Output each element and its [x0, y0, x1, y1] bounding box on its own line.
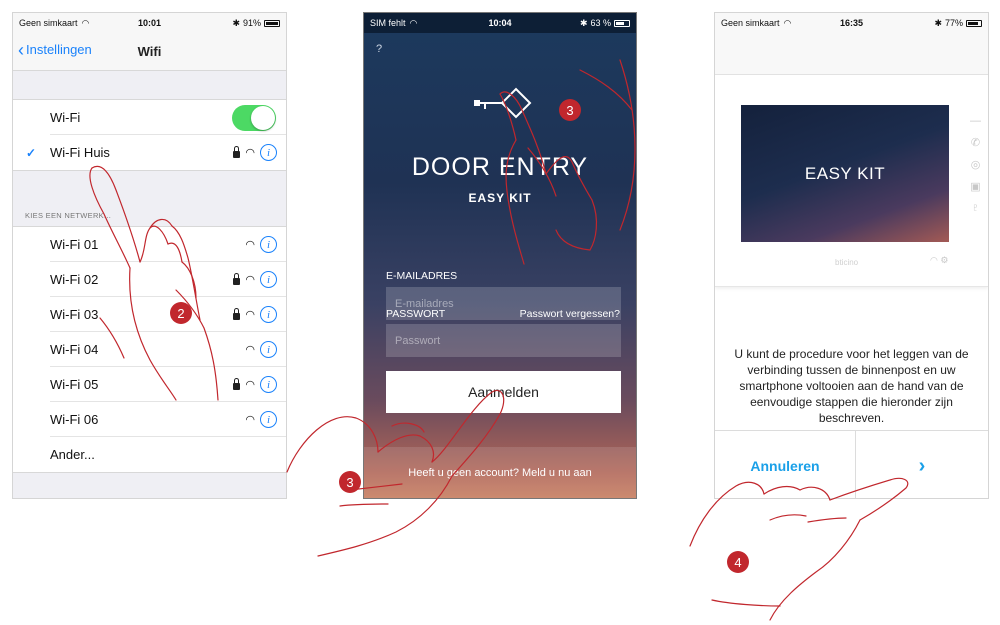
header-bar	[715, 33, 988, 75]
battery-icon	[264, 19, 280, 27]
wifi-toggle[interactable]	[232, 104, 276, 131]
step-marker: 2	[170, 302, 192, 324]
network-name: Wi-Fi 04	[50, 342, 99, 357]
status-bar: SIM fehlt ◠ 10:04 ✱ 63 %	[364, 13, 636, 33]
network-name: Wi-Fi 03	[50, 307, 99, 322]
network-name: Wi-Fi 05	[50, 377, 99, 392]
battery-icon	[614, 19, 630, 27]
lock-icon	[233, 307, 241, 320]
network-name: Wi-Fi 06	[50, 412, 99, 427]
network-name: Wi-Fi 02	[50, 272, 99, 287]
network-row[interactable]: Wi-Fi 05 ◠ i	[13, 367, 286, 402]
device-status-icons: ◠ ⚙	[930, 255, 949, 265]
other-network-label: Ander...	[50, 447, 95, 462]
step-marker: 4	[727, 551, 749, 573]
device-buttons: ― ✆ ◎ ▣ ♇	[970, 115, 981, 214]
device-brand-logo: bticino	[835, 258, 859, 267]
carrier-label: Geen simkaart	[721, 18, 780, 28]
wifi-icon: ◠	[245, 239, 255, 251]
wifi-group: Wi-Fi ✓ Wi-Fi Huis ◠ i	[13, 99, 286, 171]
other-network-row[interactable]: Ander...	[13, 437, 286, 472]
bulb-icon: ♇	[971, 202, 980, 214]
step-marker: 3	[559, 99, 581, 121]
wifi-icon: ◠	[245, 147, 255, 159]
password-label: PASSWORT	[386, 308, 446, 320]
setup-description: U kunt de procedure voor het leggen van …	[734, 347, 969, 425]
key-logo-icon	[474, 87, 532, 119]
camera-icon: ▣	[970, 181, 981, 193]
wifi-icon: ◠	[245, 344, 255, 356]
wifi-icon: ◠	[245, 379, 255, 391]
network-row[interactable]: Wi-Fi 06 ◠ i	[13, 402, 286, 437]
key-icon: ―	[970, 115, 981, 127]
info-icon[interactable]: i	[260, 306, 277, 323]
eye-icon: ◎	[970, 159, 981, 171]
forgot-password-link[interactable]: Passwort vergessen?	[520, 308, 620, 320]
checkmark-icon: ✓	[26, 145, 37, 160]
info-icon[interactable]: i	[260, 236, 277, 253]
network-name: Wi-Fi 01	[50, 237, 99, 252]
network-row[interactable]: Wi-Fi 03 ◠ i	[13, 297, 286, 332]
email-label: E-MAILADRES	[386, 270, 458, 282]
connected-network-row[interactable]: ✓ Wi-Fi Huis ◠ i	[13, 135, 286, 170]
carrier-label: SIM fehlt	[370, 18, 406, 28]
password-input[interactable]	[386, 324, 621, 357]
info-icon[interactable]: i	[260, 411, 277, 428]
status-bar: Geen simkaart ◠ 10:01 ✱ 91%	[13, 13, 286, 33]
section-header: KIES EEN NETWERK...	[25, 211, 112, 220]
device-illustration: EASY KIT bticino ◠ ⚙ ― ✆ ◎ ▣ ♇	[715, 75, 988, 287]
button-bar: Annuleren ›	[715, 430, 988, 498]
lock-icon	[233, 377, 241, 390]
bluetooth-icon: ✱	[232, 17, 240, 28]
wifi-signal-icon: ◠	[409, 17, 418, 28]
wifi-icon: ◠	[245, 414, 255, 426]
wifi-icon: ◠	[245, 309, 255, 321]
wifi-signal-icon: ◠	[81, 17, 90, 28]
page-title: Wifi	[137, 44, 162, 59]
wifi-toggle-row: Wi-Fi	[13, 100, 286, 135]
wifi-icon: ◠	[245, 274, 255, 286]
phone-icon: ✆	[970, 137, 981, 149]
register-link[interactable]: Heeft u geen account? Meld u nu aan	[364, 447, 636, 498]
carrier-label: Geen simkaart	[19, 18, 78, 28]
battery-icon	[966, 19, 982, 27]
status-bar: Geen simkaart ◠ 16:35 ✱ 77%	[715, 13, 988, 33]
navigation-bar: ‹ Instellingen Wifi	[13, 33, 286, 71]
lock-icon	[233, 272, 241, 285]
wifi-settings-screen: Geen simkaart ◠ 10:01 ✱ 91% ‹ Instellingen …	[12, 12, 287, 499]
step-marker: 3	[339, 471, 361, 493]
info-icon[interactable]: i	[260, 271, 277, 288]
app-title: DOOR ENTRY	[411, 153, 589, 181]
network-list: Wi-Fi 01 ◠ i Wi-Fi 02 ◠ i Wi-Fi 03 ◠ i Wi-F…	[13, 226, 286, 473]
app-subtitle: EASY KIT	[468, 191, 532, 205]
login-button[interactable]: Aanmelden	[386, 371, 621, 413]
bluetooth-icon: ✱	[934, 17, 942, 28]
device-screen: EASY KIT	[741, 105, 949, 242]
battery-percent: 63 %	[590, 18, 611, 28]
next-button[interactable]: ›	[856, 431, 988, 498]
info-icon[interactable]: i	[260, 144, 277, 161]
network-row[interactable]: Wi-Fi 04 ◠ i	[13, 332, 286, 367]
network-row[interactable]: Wi-Fi 02 ◠ i	[13, 262, 286, 297]
help-button[interactable]: ?	[376, 43, 382, 55]
info-icon[interactable]: i	[260, 341, 277, 358]
battery-percent: 77%	[944, 18, 963, 28]
wifi-toggle-label: Wi-Fi	[50, 110, 81, 125]
login-screen: SIM fehlt ◠ 10:04 ✱ 63 % ? DOOR ENTRY EASY…	[363, 12, 637, 499]
lock-icon	[233, 145, 241, 158]
setup-screen: Geen simkaart ◠ 16:35 ✱ 77% EASY KIT btici…	[714, 12, 989, 499]
instruction-figure: Geen simkaart ◠ 10:01 ✱ 91% ‹ Instellingen …	[0, 0, 1000, 625]
info-icon[interactable]: i	[260, 376, 277, 393]
network-name: Wi-Fi Huis	[50, 145, 110, 160]
cancel-button[interactable]: Annuleren	[715, 431, 856, 498]
network-row[interactable]: Wi-Fi 01 ◠ i	[13, 227, 286, 262]
battery-percent: 91%	[242, 18, 261, 28]
bluetooth-icon: ✱	[579, 17, 588, 28]
wifi-signal-icon: ◠	[783, 17, 792, 28]
